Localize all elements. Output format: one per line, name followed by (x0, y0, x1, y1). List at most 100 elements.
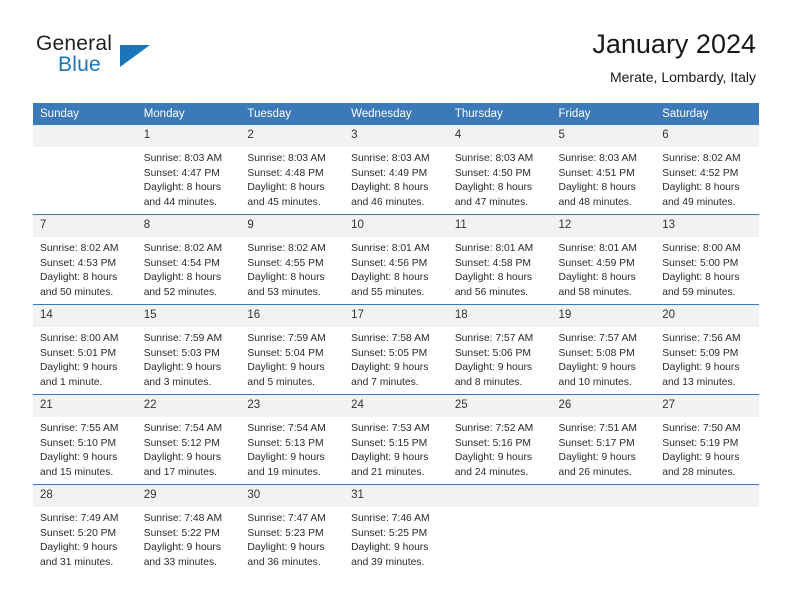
sunrise-text: Sunrise: 7:57 AM (558, 333, 637, 344)
calendar-table: Sunday Monday Tuesday Wednesday Thursday… (33, 103, 759, 574)
day-cell[interactable]: 1 Sunrise: 8:03 AM Sunset: 4:47 PM Dayli… (136, 125, 241, 215)
sunrise-text: Sunrise: 7:54 AM (247, 423, 326, 434)
day-number: 10 (344, 215, 448, 237)
daylight-text-line1: Daylight: 8 hours (662, 272, 740, 284)
location-subtitle: Merate, Lombardy, Italy (609, 69, 756, 85)
daylight-text-line2: and 48 minutes. (558, 196, 632, 208)
weekday-header-friday: Friday (551, 103, 656, 125)
calendar-week-row: 7 Sunrise: 8:02 AM Sunset: 4:53 PM Dayli… (33, 214, 759, 305)
day-info: Sunrise: 8:00 AM Sunset: 5:00 PM Dayligh… (655, 237, 759, 300)
day-cell[interactable]: 28 Sunrise: 7:49 AM Sunset: 5:20 PM Dayl… (33, 484, 137, 574)
calendar-week-row: 28 Sunrise: 7:49 AM Sunset: 5:20 PM Dayl… (33, 484, 759, 574)
sunset-text: Sunset: 4:50 PM (454, 167, 531, 179)
sunset-text: Sunset: 4:48 PM (247, 167, 324, 179)
day-cell[interactable] (551, 484, 656, 574)
daylight-text-line1: Daylight: 9 hours (454, 362, 533, 374)
day-number: 15 (136, 305, 241, 327)
day-cell[interactable]: 29 Sunrise: 7:48 AM Sunset: 5:22 PM Dayl… (136, 484, 241, 574)
day-info: Sunrise: 7:55 AM Sunset: 5:10 PM Dayligh… (33, 417, 137, 480)
day-number: 11 (447, 215, 552, 237)
day-number: 6 (655, 125, 759, 147)
day-number: 1 (136, 125, 241, 147)
day-info: Sunrise: 7:46 AM Sunset: 5:25 PM Dayligh… (344, 507, 448, 570)
sunrise-text: Sunrise: 7:47 AM (247, 513, 326, 524)
day-cell[interactable]: 2 Sunrise: 8:03 AM Sunset: 4:48 PM Dayli… (240, 125, 345, 215)
day-number: 26 (551, 395, 656, 417)
weekday-header-sunday: Sunday (33, 103, 137, 125)
day-cell[interactable]: 9 Sunrise: 8:02 AM Sunset: 4:55 PM Dayli… (240, 214, 345, 305)
calendar-header-row: Sunday Monday Tuesday Wednesday Thursday… (33, 103, 759, 125)
day-cell[interactable]: 8 Sunrise: 8:02 AM Sunset: 4:54 PM Dayli… (136, 214, 241, 305)
calendar-body: 1 Sunrise: 8:03 AM Sunset: 4:47 PM Dayli… (33, 125, 759, 574)
day-cell[interactable] (33, 125, 137, 215)
sunset-text: Sunset: 5:13 PM (247, 437, 324, 449)
sunset-text: Sunset: 4:56 PM (351, 257, 428, 269)
weekday-header-tuesday: Tuesday (240, 103, 345, 125)
day-cell[interactable]: 23 Sunrise: 7:54 AM Sunset: 5:13 PM Dayl… (240, 394, 345, 485)
daylight-text-line1: Daylight: 8 hours (454, 272, 533, 284)
sunrise-text: Sunrise: 8:02 AM (40, 243, 119, 254)
sunrise-text: Sunrise: 7:50 AM (662, 423, 741, 434)
sunset-text: Sunset: 5:12 PM (143, 437, 220, 449)
day-number: 4 (447, 125, 552, 147)
daylight-text-line2: and 33 minutes. (143, 556, 217, 568)
sunrise-text: Sunrise: 7:58 AM (351, 333, 430, 344)
day-cell[interactable]: 11 Sunrise: 8:01 AM Sunset: 4:58 PM Dayl… (447, 214, 552, 305)
day-cell[interactable]: 31 Sunrise: 7:46 AM Sunset: 5:25 PM Dayl… (344, 484, 448, 574)
day-cell[interactable]: 6 Sunrise: 8:02 AM Sunset: 4:52 PM Dayli… (655, 125, 759, 215)
day-cell[interactable]: 22 Sunrise: 7:54 AM Sunset: 5:12 PM Dayl… (136, 394, 241, 485)
day-cell[interactable]: 15 Sunrise: 7:59 AM Sunset: 5:03 PM Dayl… (136, 304, 241, 395)
day-info: Sunrise: 7:51 AM Sunset: 5:17 PM Dayligh… (552, 417, 656, 480)
day-number: 9 (240, 215, 345, 237)
sunset-text: Sunset: 5:25 PM (351, 527, 428, 539)
sunrise-text: Sunrise: 8:03 AM (454, 153, 534, 164)
daylight-text-line2: and 50 minutes. (40, 286, 114, 298)
day-number: 18 (447, 305, 552, 327)
daylight-text-line2: and 17 minutes. (143, 466, 217, 478)
day-cell[interactable] (655, 484, 759, 574)
day-cell[interactable]: 27 Sunrise: 7:50 AM Sunset: 5:19 PM Dayl… (655, 394, 759, 485)
day-cell[interactable]: 5 Sunrise: 8:03 AM Sunset: 4:51 PM Dayli… (551, 125, 656, 215)
calendar-week-row: 14 Sunrise: 8:00 AM Sunset: 5:01 PM Dayl… (33, 304, 759, 395)
sunrise-text: Sunrise: 7:59 AM (247, 333, 326, 344)
day-info: Sunrise: 8:03 AM Sunset: 4:48 PM Dayligh… (240, 147, 344, 210)
day-cell[interactable]: 10 Sunrise: 8:01 AM Sunset: 4:56 PM Dayl… (344, 214, 448, 305)
day-number (655, 485, 759, 507)
day-cell[interactable]: 4 Sunrise: 8:03 AM Sunset: 4:50 PM Dayli… (447, 125, 552, 215)
daylight-text-line1: Daylight: 9 hours (247, 542, 325, 554)
sunset-text: Sunset: 5:23 PM (247, 527, 324, 539)
sunset-text: Sunset: 4:58 PM (454, 257, 531, 269)
daylight-text-line1: Daylight: 8 hours (558, 272, 636, 284)
day-cell[interactable]: 13 Sunrise: 8:00 AM Sunset: 5:00 PM Dayl… (655, 214, 759, 305)
day-cell[interactable]: 20 Sunrise: 7:56 AM Sunset: 5:09 PM Dayl… (655, 304, 759, 395)
daylight-text-line1: Daylight: 9 hours (351, 452, 429, 464)
day-info: Sunrise: 8:02 AM Sunset: 4:53 PM Dayligh… (33, 237, 137, 300)
day-cell[interactable]: 14 Sunrise: 8:00 AM Sunset: 5:01 PM Dayl… (33, 304, 137, 395)
sunset-text: Sunset: 5:15 PM (351, 437, 428, 449)
day-cell[interactable]: 3 Sunrise: 8:03 AM Sunset: 4:49 PM Dayli… (344, 125, 448, 215)
daylight-text-line1: Daylight: 9 hours (143, 362, 221, 374)
day-cell[interactable] (447, 484, 552, 574)
sunset-text: Sunset: 5:20 PM (40, 527, 117, 539)
day-cell[interactable]: 7 Sunrise: 8:02 AM Sunset: 4:53 PM Dayli… (33, 214, 137, 305)
day-cell[interactable]: 24 Sunrise: 7:53 AM Sunset: 5:15 PM Dayl… (344, 394, 448, 485)
day-cell[interactable]: 25 Sunrise: 7:52 AM Sunset: 5:16 PM Dayl… (447, 394, 552, 485)
day-cell[interactable]: 16 Sunrise: 7:59 AM Sunset: 5:04 PM Dayl… (240, 304, 345, 395)
daylight-text-line2: and 59 minutes. (662, 286, 736, 298)
day-cell[interactable]: 26 Sunrise: 7:51 AM Sunset: 5:17 PM Dayl… (551, 394, 656, 485)
day-number: 23 (240, 395, 345, 417)
day-cell[interactable]: 18 Sunrise: 7:57 AM Sunset: 5:06 PM Dayl… (447, 304, 552, 395)
sunrise-text: Sunrise: 7:49 AM (40, 513, 119, 524)
sunrise-text: Sunrise: 8:03 AM (143, 153, 223, 164)
day-info: Sunrise: 8:02 AM Sunset: 4:52 PM Dayligh… (655, 147, 759, 210)
day-cell[interactable]: 19 Sunrise: 7:57 AM Sunset: 5:08 PM Dayl… (551, 304, 656, 395)
day-cell[interactable]: 17 Sunrise: 7:58 AM Sunset: 5:05 PM Dayl… (344, 304, 448, 395)
day-cell[interactable]: 30 Sunrise: 7:47 AM Sunset: 5:23 PM Dayl… (240, 484, 345, 574)
day-cell[interactable]: 21 Sunrise: 7:55 AM Sunset: 5:10 PM Dayl… (33, 394, 137, 485)
daylight-text-line1: Daylight: 8 hours (247, 272, 325, 284)
sunrise-text: Sunrise: 8:02 AM (143, 243, 223, 254)
day-cell[interactable]: 12 Sunrise: 8:01 AM Sunset: 4:59 PM Dayl… (551, 214, 656, 305)
day-info: Sunrise: 8:01 AM Sunset: 4:59 PM Dayligh… (552, 237, 656, 300)
daylight-text-line1: Daylight: 8 hours (40, 272, 118, 284)
sunset-text: Sunset: 5:22 PM (143, 527, 220, 539)
